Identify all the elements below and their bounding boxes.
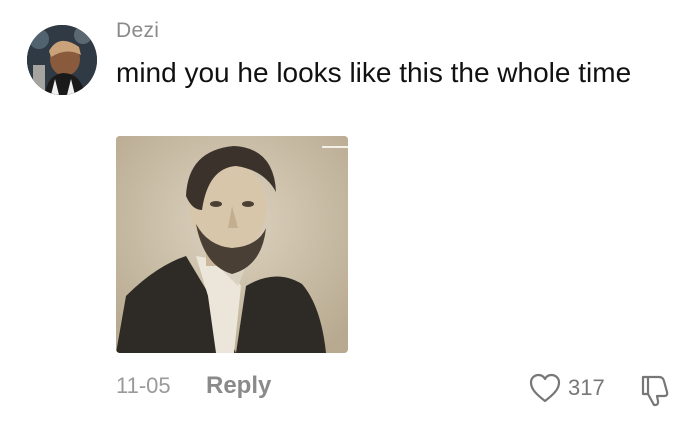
portrait-photo[interactable] bbox=[116, 136, 348, 353]
username[interactable]: Dezi bbox=[116, 19, 159, 43]
comment: Dezi mind you he looks like this the who… bbox=[0, 0, 700, 425]
dislike-button[interactable] bbox=[637, 373, 671, 407]
reply-button[interactable]: Reply bbox=[206, 372, 271, 400]
thumbs-down-icon bbox=[637, 373, 671, 407]
user-avatar[interactable] bbox=[27, 25, 97, 95]
heart-icon bbox=[528, 372, 562, 404]
comment-text: mind you he looks like this the whole ti… bbox=[116, 57, 632, 88]
like-count: 317 bbox=[568, 375, 605, 400]
like-button[interactable]: 317 bbox=[528, 372, 605, 404]
comment-date: 11-05 bbox=[116, 373, 171, 398]
